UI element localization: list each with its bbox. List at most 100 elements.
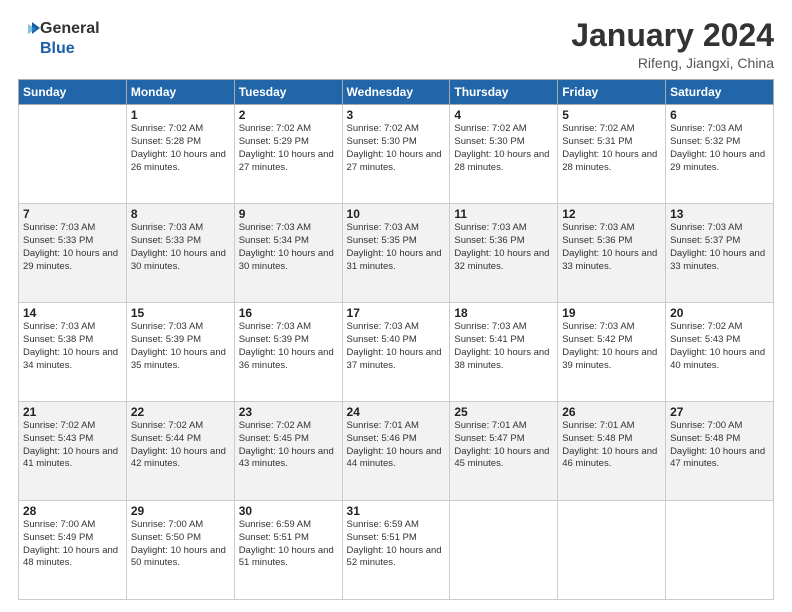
- day-info: Sunrise: 7:02 AM Sunset: 5:30 PM Dayligh…: [347, 123, 446, 174]
- day-info: Sunrise: 7:03 AM Sunset: 5:35 PM Dayligh…: [347, 222, 446, 273]
- day-number: 9: [239, 207, 338, 221]
- day-number: 6: [670, 108, 769, 122]
- day-info: Sunrise: 7:01 AM Sunset: 5:48 PM Dayligh…: [562, 420, 661, 471]
- calendar-cell: 17 Sunrise: 7:03 AM Sunset: 5:40 PM Dayl…: [342, 303, 450, 402]
- day-info: Sunrise: 7:02 AM Sunset: 5:30 PM Dayligh…: [454, 123, 553, 174]
- calendar-subtitle: Rifeng, Jiangxi, China: [571, 55, 774, 71]
- calendar-cell: 18 Sunrise: 7:03 AM Sunset: 5:41 PM Dayl…: [450, 303, 558, 402]
- header-monday: Monday: [126, 80, 234, 105]
- calendar-cell: 6 Sunrise: 7:03 AM Sunset: 5:32 PM Dayli…: [666, 105, 774, 204]
- calendar-cell: 8 Sunrise: 7:03 AM Sunset: 5:33 PM Dayli…: [126, 204, 234, 303]
- day-number: 16: [239, 306, 338, 320]
- day-info: Sunrise: 7:03 AM Sunset: 5:40 PM Dayligh…: [347, 321, 446, 372]
- day-info: Sunrise: 7:02 AM Sunset: 5:43 PM Dayligh…: [670, 321, 769, 372]
- day-number: 25: [454, 405, 553, 419]
- header: General Blue January 2024 Rifeng, Jiangx…: [18, 18, 774, 71]
- day-number: 20: [670, 306, 769, 320]
- calendar-cell: 12 Sunrise: 7:03 AM Sunset: 5:36 PM Dayl…: [558, 204, 666, 303]
- header-friday: Friday: [558, 80, 666, 105]
- day-info: Sunrise: 7:03 AM Sunset: 5:42 PM Dayligh…: [562, 321, 661, 372]
- header-saturday: Saturday: [666, 80, 774, 105]
- calendar-cell: 4 Sunrise: 7:02 AM Sunset: 5:30 PM Dayli…: [450, 105, 558, 204]
- day-number: 4: [454, 108, 553, 122]
- day-number: 2: [239, 108, 338, 122]
- day-number: 19: [562, 306, 661, 320]
- title-block: January 2024 Rifeng, Jiangxi, China: [571, 18, 774, 71]
- day-info: Sunrise: 7:03 AM Sunset: 5:37 PM Dayligh…: [670, 222, 769, 273]
- calendar-cell: 9 Sunrise: 7:03 AM Sunset: 5:34 PM Dayli…: [234, 204, 342, 303]
- calendar-cell: 28 Sunrise: 7:00 AM Sunset: 5:49 PM Dayl…: [19, 501, 127, 600]
- day-info: Sunrise: 7:00 AM Sunset: 5:50 PM Dayligh…: [131, 519, 230, 570]
- week-row-1: 1 Sunrise: 7:02 AM Sunset: 5:28 PM Dayli…: [19, 105, 774, 204]
- day-info: Sunrise: 7:01 AM Sunset: 5:47 PM Dayligh…: [454, 420, 553, 471]
- day-number: 14: [23, 306, 122, 320]
- calendar-cell: 13 Sunrise: 7:03 AM Sunset: 5:37 PM Dayl…: [666, 204, 774, 303]
- calendar-title: January 2024: [571, 18, 774, 53]
- day-info: Sunrise: 7:00 AM Sunset: 5:49 PM Dayligh…: [23, 519, 122, 570]
- calendar-cell: 5 Sunrise: 7:02 AM Sunset: 5:31 PM Dayli…: [558, 105, 666, 204]
- day-number: 11: [454, 207, 553, 221]
- day-number: 12: [562, 207, 661, 221]
- calendar-cell: [19, 105, 127, 204]
- day-number: 8: [131, 207, 230, 221]
- day-info: Sunrise: 7:02 AM Sunset: 5:28 PM Dayligh…: [131, 123, 230, 174]
- day-number: 17: [347, 306, 446, 320]
- week-row-2: 7 Sunrise: 7:03 AM Sunset: 5:33 PM Dayli…: [19, 204, 774, 303]
- day-number: 13: [670, 207, 769, 221]
- calendar-cell: 1 Sunrise: 7:02 AM Sunset: 5:28 PM Dayli…: [126, 105, 234, 204]
- calendar-cell: 30 Sunrise: 6:59 AM Sunset: 5:51 PM Dayl…: [234, 501, 342, 600]
- day-number: 21: [23, 405, 122, 419]
- day-info: Sunrise: 7:03 AM Sunset: 5:38 PM Dayligh…: [23, 321, 122, 372]
- day-info: Sunrise: 7:03 AM Sunset: 5:33 PM Dayligh…: [23, 222, 122, 273]
- day-info: Sunrise: 7:02 AM Sunset: 5:43 PM Dayligh…: [23, 420, 122, 471]
- day-number: 18: [454, 306, 553, 320]
- calendar-cell: 26 Sunrise: 7:01 AM Sunset: 5:48 PM Dayl…: [558, 402, 666, 501]
- page: General Blue January 2024 Rifeng, Jiangx…: [0, 0, 792, 612]
- week-row-3: 14 Sunrise: 7:03 AM Sunset: 5:38 PM Dayl…: [19, 303, 774, 402]
- week-row-5: 28 Sunrise: 7:00 AM Sunset: 5:49 PM Dayl…: [19, 501, 774, 600]
- day-info: Sunrise: 7:03 AM Sunset: 5:33 PM Dayligh…: [131, 222, 230, 273]
- calendar-cell: 20 Sunrise: 7:02 AM Sunset: 5:43 PM Dayl…: [666, 303, 774, 402]
- calendar-cell: 19 Sunrise: 7:03 AM Sunset: 5:42 PM Dayl…: [558, 303, 666, 402]
- calendar-cell: 10 Sunrise: 7:03 AM Sunset: 5:35 PM Dayl…: [342, 204, 450, 303]
- day-number: 26: [562, 405, 661, 419]
- day-number: 15: [131, 306, 230, 320]
- calendar-cell: 3 Sunrise: 7:02 AM Sunset: 5:30 PM Dayli…: [342, 105, 450, 204]
- day-info: Sunrise: 7:00 AM Sunset: 5:48 PM Dayligh…: [670, 420, 769, 471]
- day-number: 29: [131, 504, 230, 518]
- calendar-cell: 23 Sunrise: 7:02 AM Sunset: 5:45 PM Dayl…: [234, 402, 342, 501]
- day-number: 5: [562, 108, 661, 122]
- calendar-cell: [450, 501, 558, 600]
- day-number: 24: [347, 405, 446, 419]
- day-number: 28: [23, 504, 122, 518]
- day-number: 10: [347, 207, 446, 221]
- header-tuesday: Tuesday: [234, 80, 342, 105]
- calendar-cell: 14 Sunrise: 7:03 AM Sunset: 5:38 PM Dayl…: [19, 303, 127, 402]
- calendar-cell: 21 Sunrise: 7:02 AM Sunset: 5:43 PM Dayl…: [19, 402, 127, 501]
- calendar-cell: 7 Sunrise: 7:03 AM Sunset: 5:33 PM Dayli…: [19, 204, 127, 303]
- day-number: 1: [131, 108, 230, 122]
- calendar-cell: 25 Sunrise: 7:01 AM Sunset: 5:47 PM Dayl…: [450, 402, 558, 501]
- header-sunday: Sunday: [19, 80, 127, 105]
- calendar-cell: 16 Sunrise: 7:03 AM Sunset: 5:39 PM Dayl…: [234, 303, 342, 402]
- logo-bird-icon: [18, 18, 40, 40]
- calendar-cell: [558, 501, 666, 600]
- day-info: Sunrise: 6:59 AM Sunset: 5:51 PM Dayligh…: [347, 519, 446, 570]
- calendar-body: 1 Sunrise: 7:02 AM Sunset: 5:28 PM Dayli…: [19, 105, 774, 600]
- day-number: 7: [23, 207, 122, 221]
- day-number: 22: [131, 405, 230, 419]
- week-row-4: 21 Sunrise: 7:02 AM Sunset: 5:43 PM Dayl…: [19, 402, 774, 501]
- day-info: Sunrise: 7:02 AM Sunset: 5:45 PM Dayligh…: [239, 420, 338, 471]
- day-info: Sunrise: 7:02 AM Sunset: 5:31 PM Dayligh…: [562, 123, 661, 174]
- calendar-cell: 22 Sunrise: 7:02 AM Sunset: 5:44 PM Dayl…: [126, 402, 234, 501]
- calendar-cell: 29 Sunrise: 7:00 AM Sunset: 5:50 PM Dayl…: [126, 501, 234, 600]
- calendar-cell: 11 Sunrise: 7:03 AM Sunset: 5:36 PM Dayl…: [450, 204, 558, 303]
- day-info: Sunrise: 7:03 AM Sunset: 5:39 PM Dayligh…: [131, 321, 230, 372]
- day-number: 27: [670, 405, 769, 419]
- header-thursday: Thursday: [450, 80, 558, 105]
- day-number: 3: [347, 108, 446, 122]
- day-info: Sunrise: 7:03 AM Sunset: 5:41 PM Dayligh…: [454, 321, 553, 372]
- calendar-cell: 24 Sunrise: 7:01 AM Sunset: 5:46 PM Dayl…: [342, 402, 450, 501]
- logo: General Blue: [18, 18, 100, 58]
- day-info: Sunrise: 7:03 AM Sunset: 5:34 PM Dayligh…: [239, 222, 338, 273]
